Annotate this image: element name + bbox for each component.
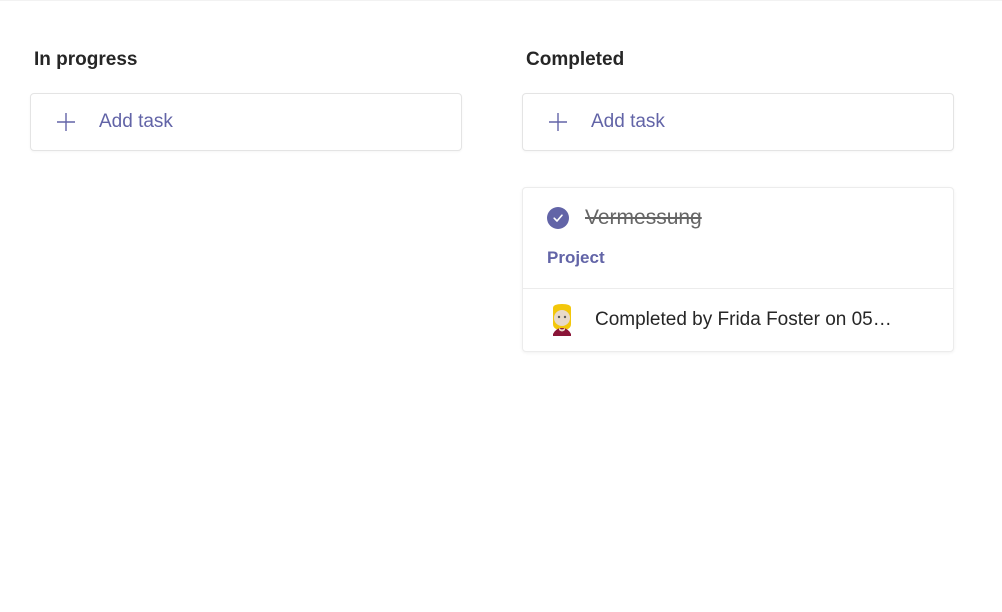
avatar [547, 304, 577, 336]
kanban-board: In progress Add task Completed Add task [0, 1, 1002, 352]
project-label[interactable]: Project [547, 248, 929, 268]
plus-icon [547, 111, 569, 133]
task-card[interactable]: Vermessung Project Completed by Frida Fo… [522, 187, 954, 352]
column-in-progress: In progress Add task [30, 49, 462, 352]
plus-icon [55, 111, 77, 133]
add-task-button-in-progress[interactable]: Add task [30, 93, 462, 151]
check-circle-icon[interactable] [547, 207, 569, 229]
add-task-button-completed[interactable]: Add task [522, 93, 954, 151]
task-card-footer: Completed by Frida Foster on 05… [523, 288, 953, 351]
add-task-label: Add task [99, 111, 173, 133]
completed-by-text: Completed by Frida Foster on 05… [595, 309, 929, 331]
column-completed: Completed Add task Vermessung [522, 49, 954, 352]
task-card-body: Vermessung Project [523, 188, 953, 288]
column-title-in-progress: In progress [30, 49, 462, 71]
task-title: Vermessung [585, 206, 702, 230]
column-title-completed: Completed [522, 49, 954, 71]
add-task-label: Add task [591, 111, 665, 133]
task-title-row: Vermessung [547, 206, 929, 230]
